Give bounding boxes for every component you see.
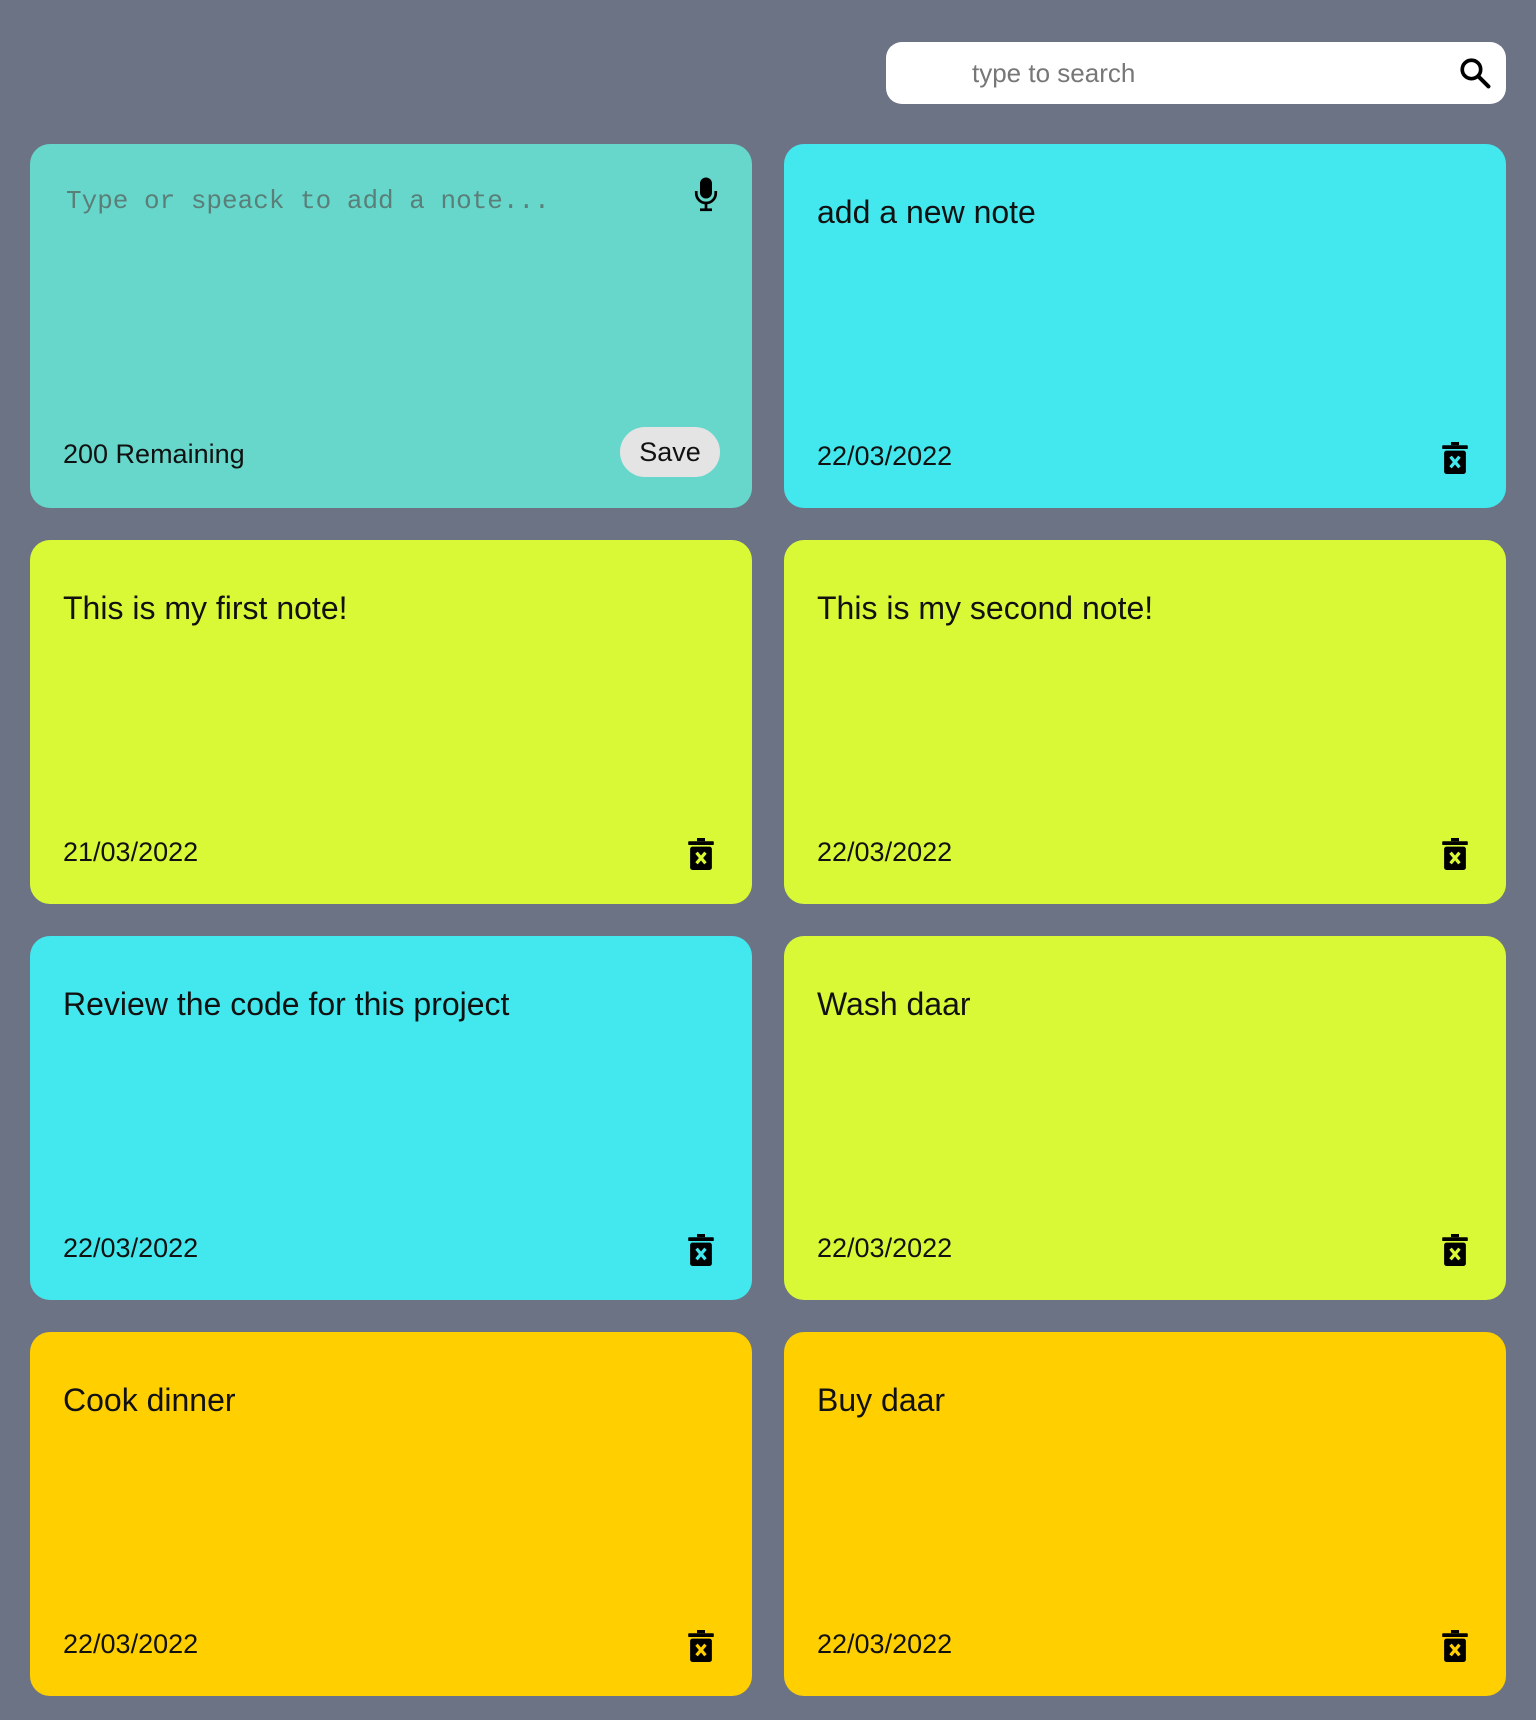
note-date: 21/03/2022 — [63, 837, 199, 867]
delete-icon[interactable] — [1442, 1630, 1468, 1662]
note-card: add a new note 22/03/2022 — [784, 144, 1506, 508]
save-button[interactable]: Save — [620, 427, 720, 477]
note-date: 22/03/2022 — [817, 1629, 953, 1659]
search-bar — [886, 42, 1506, 104]
notes-grid: 200 Remaining Save add a new note 22/03/… — [30, 144, 1507, 1696]
delete-icon[interactable] — [688, 1630, 714, 1662]
new-note-card: 200 Remaining Save — [30, 144, 752, 508]
note-text: add a new note — [817, 194, 1036, 230]
note-text: Cook dinner — [63, 1382, 236, 1418]
note-text: This is my first note! — [63, 590, 348, 626]
note-date: 22/03/2022 — [817, 837, 953, 867]
note-card: Cook dinner 22/03/2022 — [30, 1332, 752, 1696]
note-date: 22/03/2022 — [817, 1233, 953, 1263]
note-card: This is my second note! 22/03/2022 — [784, 540, 1506, 904]
remaining-count: 200 Remaining — [63, 439, 245, 469]
search-input[interactable] — [970, 52, 1404, 94]
note-text: Review the code for this project — [63, 986, 510, 1022]
microphone-icon[interactable] — [694, 176, 718, 212]
note-text: Wash daar — [817, 986, 971, 1022]
delete-icon[interactable] — [1442, 838, 1468, 870]
search-icon[interactable] — [1458, 56, 1492, 90]
note-date: 22/03/2022 — [63, 1233, 199, 1263]
delete-icon[interactable] — [1442, 442, 1468, 474]
new-note-textarea[interactable] — [64, 184, 648, 388]
note-card: Wash daar 22/03/2022 — [784, 936, 1506, 1300]
note-card: Review the code for this project 22/03/2… — [30, 936, 752, 1300]
note-card: Buy daar 22/03/2022 — [784, 1332, 1506, 1696]
note-date: 22/03/2022 — [817, 441, 953, 471]
note-date: 22/03/2022 — [63, 1629, 199, 1659]
note-text: Buy daar — [817, 1382, 946, 1418]
delete-icon[interactable] — [1442, 1234, 1468, 1266]
note-card: This is my first note! 21/03/2022 — [30, 540, 752, 904]
delete-icon[interactable] — [688, 1234, 714, 1266]
note-text: This is my second note! — [817, 590, 1154, 626]
delete-icon[interactable] — [688, 838, 714, 870]
